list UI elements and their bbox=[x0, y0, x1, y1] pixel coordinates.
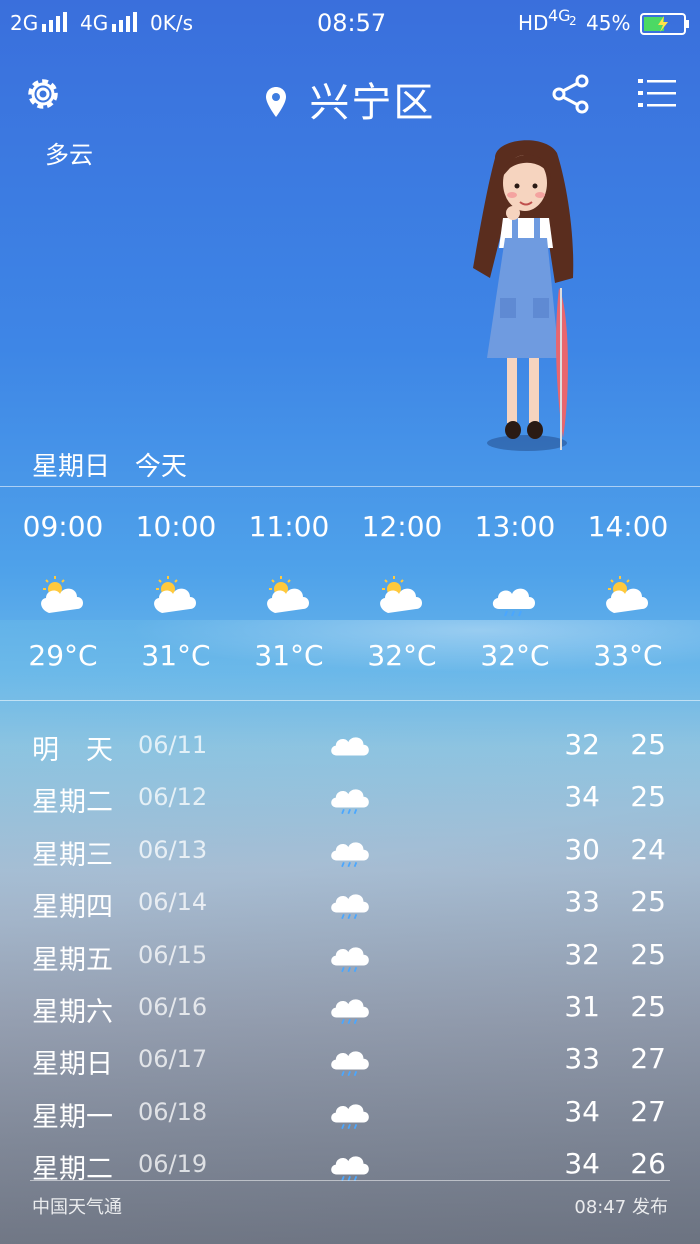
daily-row[interactable]: 星期二 06/19 34 26 bbox=[0, 1147, 700, 1199]
hour-temp: 31°C bbox=[141, 639, 211, 672]
rain-icon bbox=[326, 1139, 376, 1185]
battery-percent: 45% bbox=[586, 11, 631, 35]
weather-girl-illustration bbox=[473, 140, 574, 451]
divider bbox=[0, 486, 700, 487]
high-temp: 32 bbox=[564, 937, 600, 971]
low-temp: 25 bbox=[630, 885, 666, 919]
rain-icon bbox=[326, 825, 376, 871]
hd-label: HD bbox=[518, 11, 549, 35]
rain-icon bbox=[326, 1087, 376, 1133]
day-date: 06/16 bbox=[138, 993, 208, 1021]
day-name: 星期五 bbox=[32, 944, 113, 976]
day-date: 06/11 bbox=[138, 731, 208, 759]
day-name: 星期一 bbox=[32, 1101, 113, 1133]
day-date: 06/13 bbox=[138, 835, 208, 864]
day-date: 06/15 bbox=[138, 940, 208, 969]
hourly-item: 12:00 32°C bbox=[346, 510, 458, 672]
rain-icon bbox=[326, 930, 376, 976]
high-temp: 34 bbox=[564, 1094, 600, 1128]
low-temp: 25 bbox=[630, 728, 666, 761]
hour-temp: 32°C bbox=[367, 639, 437, 672]
day-name: 星期日 bbox=[32, 1049, 113, 1081]
share-icon[interactable] bbox=[552, 74, 590, 114]
network-label-4g: 4G bbox=[80, 11, 109, 35]
hour-time: 12:00 bbox=[361, 510, 443, 543]
low-temp: 24 bbox=[630, 832, 666, 866]
high-temp: 30 bbox=[564, 832, 600, 866]
divider bbox=[0, 700, 700, 701]
hourly-item: 10:00 31°C bbox=[120, 510, 232, 672]
low-temp: 25 bbox=[630, 990, 666, 1023]
day-date: 06/17 bbox=[138, 1045, 208, 1074]
low-temp: 27 bbox=[630, 1094, 666, 1128]
low-temp: 25 bbox=[630, 780, 666, 814]
signal-icon bbox=[42, 12, 67, 32]
high-temp: 33 bbox=[564, 1042, 600, 1076]
day-name: 星期四 bbox=[32, 892, 113, 924]
rain-icon bbox=[326, 772, 376, 818]
network-speed: 0K/s bbox=[150, 11, 193, 35]
location-pin-icon bbox=[265, 87, 286, 117]
publish-time: 08:47 发布 bbox=[574, 1197, 668, 1218]
high-temp: 34 bbox=[564, 1147, 600, 1181]
hour-time: 11:00 bbox=[248, 510, 330, 543]
partly-cloudy-icon bbox=[600, 573, 656, 617]
hourly-item: 13:00 32°C bbox=[459, 510, 571, 672]
hour-temp: 31°C bbox=[254, 639, 324, 672]
signal-icon bbox=[112, 12, 137, 32]
status-bar: 2G 4G 0K/s 08:57 HD 4G 2 45% bbox=[0, 0, 700, 46]
clock: 08:57 bbox=[317, 9, 387, 37]
hour-time: 10:00 bbox=[135, 510, 217, 543]
location-title[interactable]: 兴宁区 bbox=[0, 70, 700, 128]
hour-time: 13:00 bbox=[474, 510, 556, 543]
today-text: 今天 bbox=[134, 452, 187, 482]
day-name: 星期二 bbox=[32, 787, 113, 819]
low-temp: 27 bbox=[630, 1042, 666, 1076]
high-temp: 32 bbox=[564, 728, 600, 761]
rain-icon bbox=[326, 1034, 376, 1080]
day-date: 06/14 bbox=[138, 888, 208, 917]
high-temp: 34 bbox=[564, 780, 600, 814]
today-weekday: 星期日 bbox=[32, 452, 111, 482]
current-condition: 多云 bbox=[45, 141, 93, 169]
today-label: 星期日 今天 bbox=[32, 446, 187, 483]
high-temp: 31 bbox=[564, 990, 600, 1023]
hourly-item: 09:00 29°C bbox=[7, 510, 119, 672]
hourly-item: 11:00 31°C bbox=[233, 510, 345, 672]
network-label-2g: 2G bbox=[10, 11, 39, 35]
day-name: 星期六 bbox=[32, 997, 113, 1028]
day-date: 06/18 bbox=[138, 1097, 208, 1126]
hour-temp: 33°C bbox=[593, 639, 663, 672]
battery-charging-icon bbox=[640, 13, 689, 35]
hour-temp: 32°C bbox=[480, 639, 550, 672]
day-date: 06/12 bbox=[138, 783, 208, 812]
location-name: 兴宁区 bbox=[309, 80, 436, 126]
rain-icon bbox=[487, 573, 543, 617]
high-temp: 33 bbox=[564, 885, 600, 919]
partly-cloudy-icon bbox=[148, 573, 204, 617]
sim-slot-label: 2 bbox=[569, 14, 577, 28]
hourly-item: 14:00 33°C bbox=[572, 510, 684, 672]
rain-icon bbox=[326, 982, 376, 1028]
divider bbox=[30, 1180, 670, 1181]
data-source: 中国天气通 bbox=[32, 1197, 122, 1218]
rain-icon bbox=[326, 877, 376, 923]
hour-temp: 29°C bbox=[28, 639, 98, 672]
partly-cloudy-icon bbox=[374, 573, 430, 617]
day-name: 明 天 bbox=[32, 735, 113, 766]
day-name: 星期三 bbox=[32, 839, 113, 871]
day-date: 06/19 bbox=[138, 1150, 208, 1179]
cloudy-icon bbox=[326, 720, 376, 766]
menu-list-icon[interactable] bbox=[638, 77, 676, 109]
partly-cloudy-icon bbox=[261, 573, 317, 617]
low-temp: 25 bbox=[630, 937, 666, 971]
network-label-4g-secondary: 4G bbox=[548, 6, 571, 25]
low-temp: 26 bbox=[630, 1147, 666, 1181]
partly-cloudy-icon bbox=[35, 573, 91, 617]
hourly-forecast[interactable]: 09:00 29°C 10:00 31°C 11:00 31°C 12:00 32°C 13:0… bbox=[0, 510, 700, 680]
hour-time: 09:00 bbox=[22, 510, 104, 543]
hour-time: 14:00 bbox=[587, 510, 669, 543]
